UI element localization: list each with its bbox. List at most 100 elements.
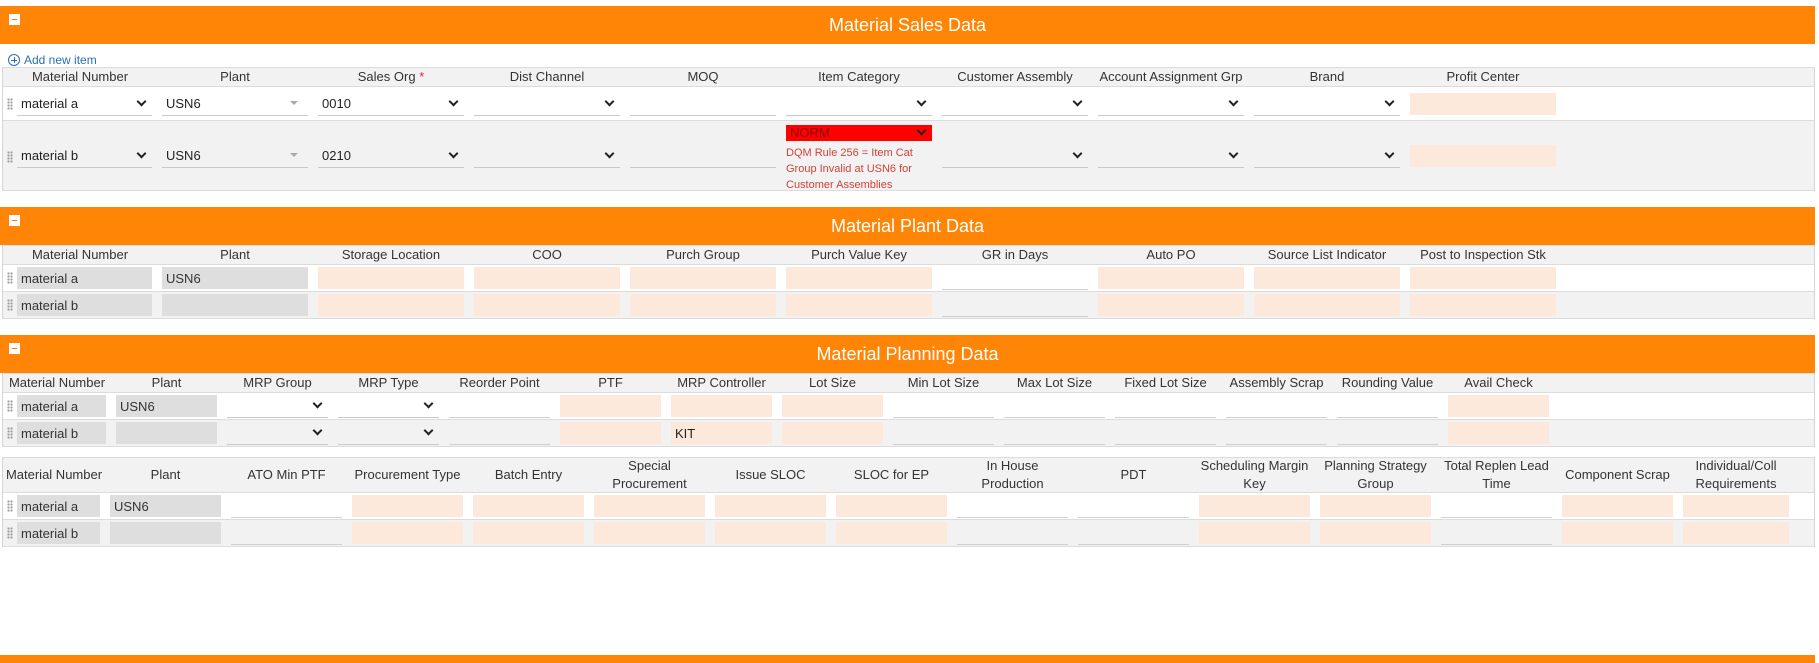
- col-header[interactable]: Plant: [105, 458, 226, 492]
- ato-min-ptf-input[interactable]: [231, 494, 342, 518]
- col-header[interactable]: MRP Type: [333, 374, 444, 392]
- plant-select[interactable]: USN6: [162, 144, 308, 168]
- mrp-type-select[interactable]: [338, 421, 439, 445]
- in-house-production-input[interactable]: [957, 494, 1068, 518]
- ato-min-ptf-input[interactable]: [231, 521, 342, 545]
- fixed-lot-size-input[interactable]: [1115, 421, 1216, 445]
- col-header[interactable]: MRP Controller: [666, 374, 777, 392]
- sales-org-select[interactable]: 0210: [318, 144, 464, 168]
- customer-assembly-select[interactable]: [942, 144, 1088, 168]
- col-header[interactable]: Brand: [1249, 68, 1405, 86]
- item-category-select[interactable]: [786, 92, 932, 116]
- mrp-type-select[interactable]: [338, 394, 439, 418]
- total-replen-input[interactable]: [1441, 521, 1552, 545]
- col-header[interactable]: Min Lot Size: [888, 374, 999, 392]
- brand-select[interactable]: [1254, 92, 1400, 116]
- collapse-icon[interactable]: [9, 14, 20, 25]
- reorder-point-input[interactable]: [449, 394, 550, 418]
- add-new-item-link[interactable]: Add new item: [8, 53, 97, 67]
- col-header[interactable]: Material Number: [3, 374, 111, 392]
- col-header[interactable]: GR in Days: [937, 246, 1093, 264]
- account-assignment-select[interactable]: [1098, 92, 1244, 116]
- col-header[interactable]: Dist Channel: [469, 68, 625, 86]
- col-header[interactable]: Reorder Point: [444, 374, 555, 392]
- col-header[interactable]: Scheduling Margin Key: [1194, 458, 1315, 492]
- col-header[interactable]: Rounding Value: [1332, 374, 1443, 392]
- max-lot-size-input[interactable]: [1004, 421, 1105, 445]
- col-header[interactable]: MOQ: [625, 68, 781, 86]
- moq-input[interactable]: [630, 92, 776, 116]
- col-header[interactable]: Fixed Lot Size: [1110, 374, 1221, 392]
- col-header[interactable]: Post to Inspection Stk: [1405, 246, 1561, 264]
- item-category-select-error[interactable]: NORM: [786, 125, 932, 141]
- in-house-production-input[interactable]: [957, 521, 1068, 545]
- cell: [1249, 87, 1405, 120]
- dist-channel-select[interactable]: [474, 92, 620, 116]
- col-header[interactable]: Planning Strategy Group: [1315, 458, 1436, 492]
- col-header[interactable]: Auto PO: [1093, 246, 1249, 264]
- col-header[interactable]: PDT: [1073, 458, 1194, 492]
- mrp-group-select[interactable]: [227, 394, 328, 418]
- assembly-scrap-input[interactable]: [1226, 394, 1327, 418]
- col-header[interactable]: Special Procurement: [589, 458, 710, 492]
- col-header[interactable]: Purch Value Key: [781, 246, 937, 264]
- col-header[interactable]: Individual/Coll Requirements: [1678, 458, 1794, 492]
- col-header[interactable]: COO: [469, 246, 625, 264]
- col-header[interactable]: Plant: [157, 246, 313, 264]
- col-header[interactable]: Source List Indicator: [1249, 246, 1405, 264]
- rounding-value-input[interactable]: [1337, 394, 1438, 418]
- col-header[interactable]: ATO Min PTF: [226, 458, 347, 492]
- col-header[interactable]: Max Lot Size: [999, 374, 1110, 392]
- col-header[interactable]: Material Number: [3, 246, 157, 264]
- col-header[interactable]: Customer Assembly: [937, 68, 1093, 86]
- col-header[interactable]: Material Number: [3, 68, 157, 86]
- col-header[interactable]: In House Production: [952, 458, 1073, 492]
- col-header[interactable]: Total Replen Lead Time: [1436, 458, 1557, 492]
- customer-assembly-select[interactable]: [942, 92, 1088, 116]
- moq-input[interactable]: [630, 144, 776, 168]
- collapse-icon[interactable]: [9, 343, 20, 354]
- account-assignment-select[interactable]: [1098, 144, 1244, 168]
- assembly-scrap-input[interactable]: [1226, 421, 1327, 445]
- collapse-icon[interactable]: [9, 215, 20, 226]
- col-header[interactable]: SLOC for EP: [831, 458, 952, 492]
- plant-select[interactable]: USN6: [162, 92, 308, 116]
- col-header[interactable]: MRP Group: [222, 374, 333, 392]
- reorder-point-input[interactable]: [449, 421, 550, 445]
- material-number-select[interactable]: material b: [17, 144, 152, 168]
- col-header[interactable]: Component Scrap: [1557, 458, 1678, 492]
- pdt-input[interactable]: [1078, 521, 1189, 545]
- cell: USN6: [157, 265, 313, 291]
- max-lot-size-input[interactable]: [1004, 394, 1105, 418]
- col-header[interactable]: Plant: [111, 374, 222, 392]
- sales-org-select[interactable]: 0010: [318, 92, 464, 116]
- col-header-sales-org[interactable]: Sales Org *: [313, 68, 469, 86]
- col-header[interactable]: Account Assignment Grp: [1093, 68, 1249, 86]
- col-header[interactable]: Profit Center: [1405, 68, 1561, 86]
- dist-channel-select[interactable]: [474, 144, 620, 168]
- total-replen-input[interactable]: [1441, 494, 1552, 518]
- col-header[interactable]: Batch Entry: [468, 458, 589, 492]
- col-header[interactable]: PTF: [555, 374, 666, 392]
- col-header[interactable]: Storage Location: [313, 246, 469, 264]
- col-header[interactable]: Plant: [157, 68, 313, 86]
- mrp-group-select[interactable]: [227, 421, 328, 445]
- fixed-lot-size-input[interactable]: [1115, 394, 1216, 418]
- col-header[interactable]: Assembly Scrap: [1221, 374, 1332, 392]
- pdt-input[interactable]: [1078, 494, 1189, 518]
- col-header[interactable]: Item Category: [781, 68, 937, 86]
- col-header[interactable]: Avail Check: [1443, 374, 1554, 392]
- gr-in-days-input[interactable]: [942, 266, 1088, 290]
- col-header[interactable]: Lot Size: [777, 374, 888, 392]
- gr-in-days-input[interactable]: [942, 293, 1088, 317]
- rounding-value-input[interactable]: [1337, 421, 1438, 445]
- cell: [1221, 393, 1332, 419]
- brand-select[interactable]: [1254, 144, 1400, 168]
- col-header[interactable]: Issue SLOC: [710, 458, 831, 492]
- material-number-select[interactable]: material a: [17, 92, 152, 116]
- col-header[interactable]: Purch Group: [625, 246, 781, 264]
- col-header[interactable]: Procurement Type: [347, 458, 468, 492]
- col-header[interactable]: Material Number: [3, 458, 105, 492]
- min-lot-size-input[interactable]: [893, 394, 994, 418]
- min-lot-size-input[interactable]: [893, 421, 994, 445]
